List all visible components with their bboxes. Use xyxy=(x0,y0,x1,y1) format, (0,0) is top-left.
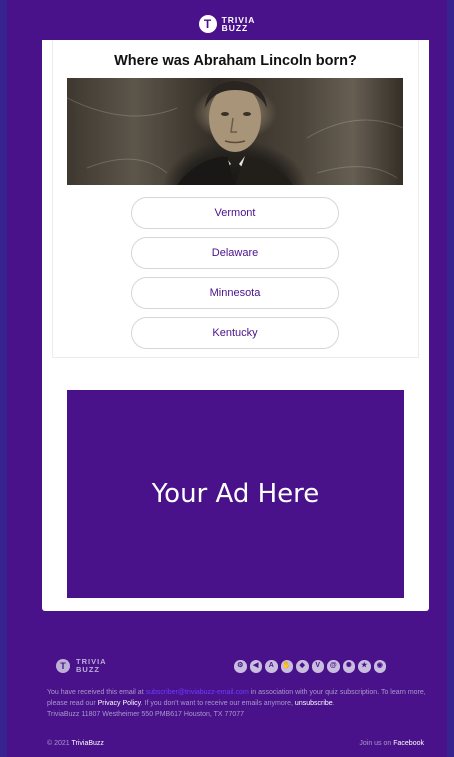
join-us: Join us on Facebook xyxy=(359,740,424,747)
chat-icon[interactable]: ◀ xyxy=(249,660,262,673)
quiz-card: Where was Abraham Lincoln born? Vermont … xyxy=(42,40,429,611)
footer-logo-mark-icon: T xyxy=(56,659,70,673)
answer-option-1[interactable]: Vermont xyxy=(131,197,339,229)
v-icon[interactable]: V xyxy=(311,660,324,673)
header-logo[interactable]: T TRIVIA BUZZ xyxy=(0,14,454,34)
gear-icon[interactable]: ⚙ xyxy=(234,660,247,673)
answer-option-3[interactable]: Minnesota xyxy=(131,277,339,309)
mailing-address: TriviaBuzz 11807 Westheimer 550 PMB617 H… xyxy=(47,711,245,718)
starburst-icon[interactable]: ✺ xyxy=(342,660,355,673)
footer-logo[interactable]: T TRIVIA BUZZ xyxy=(56,658,107,674)
facebook-link[interactable]: Facebook xyxy=(393,740,424,747)
footer-notice: You have received this email at subscrib… xyxy=(47,689,426,718)
answer-option-2[interactable]: Delaware xyxy=(131,237,339,269)
shield-icon[interactable]: ◆ xyxy=(296,660,309,673)
ad-text: Your Ad Here xyxy=(151,479,320,509)
question-text: Where was Abraham Lincoln born? xyxy=(114,53,357,69)
logo-mark-icon: T xyxy=(198,15,217,33)
star-icon[interactable]: ★ xyxy=(358,660,371,673)
unsubscribe-link[interactable]: unsubscribe xyxy=(295,700,333,707)
social-icons: ⚙ ◀ A ✋ ◆ V @ ✺ ★ ◉ xyxy=(234,660,386,673)
ad-banner[interactable]: Your Ad Here xyxy=(67,390,404,598)
swirl-icon[interactable]: @ xyxy=(327,660,340,673)
email-page: T TRIVIA BUZZ Where was Abraham Lincoln … xyxy=(0,0,454,757)
answer-option-4[interactable]: Kentucky xyxy=(131,317,339,349)
copyright-brand-link[interactable]: TriviaBuzz xyxy=(72,740,104,747)
hand-icon[interactable]: ✋ xyxy=(280,660,293,673)
subscriber-email-link[interactable]: subscriber@triviabuzz-email.com xyxy=(146,689,249,696)
privacy-policy-link[interactable]: Privacy Policy xyxy=(98,700,141,707)
a-icon[interactable]: A xyxy=(265,660,278,673)
left-edge xyxy=(0,0,7,757)
copyright: © 2021 TriviaBuzz xyxy=(47,740,104,747)
right-edge xyxy=(447,0,454,757)
footer-logo-wordmark: TRIVIA BUZZ xyxy=(76,657,107,674)
lincoln-portrait-image xyxy=(67,78,403,185)
logo-wordmark: TRIVIA BUZZ xyxy=(221,15,256,33)
eye-icon[interactable]: ◉ xyxy=(373,660,386,673)
